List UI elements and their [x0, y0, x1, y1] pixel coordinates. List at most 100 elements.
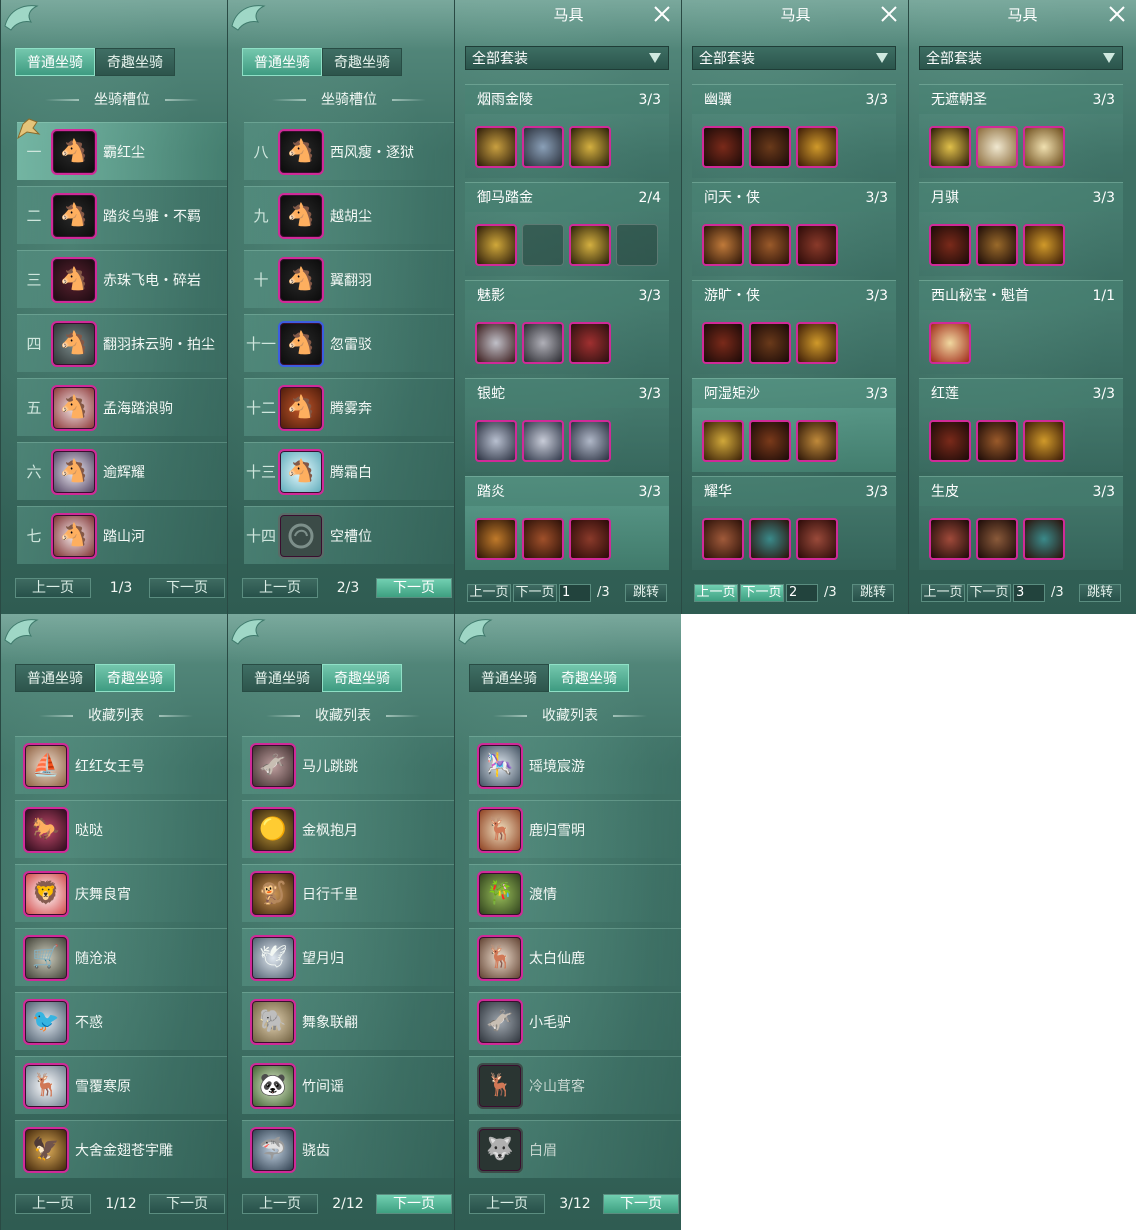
reins-icon[interactable] — [475, 518, 517, 560]
set-filter-dropdown[interactable]: 全部套装 — [692, 46, 896, 70]
bridle-icon[interactable] — [929, 126, 971, 168]
prev-page-button[interactable]: 上一页 — [242, 578, 318, 598]
tack-set[interactable]: 西山秘宝・魁首 1/1 — [919, 280, 1123, 374]
tack-set[interactable]: 幽骥 3/3 — [692, 84, 896, 178]
collection-row[interactable]: 🦌 冷山茸客 — [469, 1056, 681, 1114]
saddle-icon[interactable] — [522, 518, 564, 560]
tab-normal-mounts[interactable]: 普通坐骑 — [242, 48, 322, 76]
mount-row[interactable]: 七 🐴 踏山河 — [17, 506, 228, 564]
bridle-icon[interactable] — [796, 126, 838, 168]
page-input[interactable]: 1 — [559, 584, 591, 602]
collection-row[interactable]: 🦁 庆舞良宵 — [15, 864, 228, 922]
saddle-icon[interactable] — [929, 224, 971, 266]
next-page-button[interactable]: 下一页 — [376, 578, 452, 598]
saddle-icon[interactable] — [475, 126, 517, 168]
collection-row[interactable]: 🕊 望月归 — [242, 928, 455, 986]
prev-page-button[interactable]: 上一页 — [242, 1194, 318, 1214]
collection-row[interactable]: 🫏 小毛驴 — [469, 992, 681, 1050]
collection-row[interactable]: 🐒 日行千里 — [242, 864, 455, 922]
tab-fun-mounts[interactable]: 奇趣坐骑 — [322, 48, 402, 76]
mount-row[interactable]: 十四 空槽位 — [244, 506, 455, 564]
saddle-icon[interactable] — [749, 420, 791, 462]
tack-set[interactable]: 游旷・侠 3/3 — [692, 280, 896, 374]
tack-set[interactable]: 月骐 3/3 — [919, 182, 1123, 276]
saddle-icon[interactable] — [702, 322, 744, 364]
saddle-icon[interactable] — [976, 420, 1018, 462]
tab-normal-mounts[interactable]: 普通坐骑 — [15, 48, 95, 76]
jump-button[interactable]: 跳转 — [852, 584, 894, 602]
mount-row[interactable]: 三 🐴 赤珠飞电・碎岩 — [17, 250, 228, 308]
set-filter-dropdown[interactable]: 全部套装 — [465, 46, 669, 70]
page-input[interactable]: 2 — [786, 584, 818, 602]
next-page-button[interactable]: 下一页 — [603, 1194, 679, 1214]
saddle-icon[interactable] — [976, 518, 1018, 560]
close-icon[interactable] — [653, 5, 671, 23]
saddle-icon[interactable] — [702, 126, 744, 168]
armor-icon[interactable] — [475, 322, 517, 364]
stirrup-icon[interactable] — [569, 518, 611, 560]
collection-row[interactable]: 🐼 竹间谣 — [242, 1056, 455, 1114]
mount-row[interactable]: 十 🐴 翼翻羽 — [244, 250, 455, 308]
mount-row[interactable]: 二 🐴 踏炎乌骓・不羁 — [17, 186, 228, 244]
armor-icon[interactable] — [522, 322, 564, 364]
next-page-button[interactable]: 下一页 — [149, 1194, 225, 1214]
next-page-button[interactable]: 下一页 — [513, 584, 557, 602]
prev-page-button[interactable]: 上一页 — [467, 584, 511, 602]
tack-set[interactable]: 御马踏金 2/4 — [465, 182, 669, 276]
collection-row[interactable]: 🛒 随沧浪 — [15, 928, 228, 986]
tab-normal-mounts[interactable]: 普通坐骑 — [469, 664, 549, 692]
tack-set[interactable]: 问天・侠 3/3 — [692, 182, 896, 276]
tack-set[interactable]: 踏炎 3/3 — [465, 476, 669, 570]
bridle-icon[interactable] — [796, 322, 838, 364]
saddle-icon[interactable] — [929, 420, 971, 462]
bridle-icon[interactable] — [1023, 420, 1065, 462]
saddle-icon[interactable] — [702, 224, 744, 266]
collection-row[interactable]: 🐺 白眉 — [469, 1120, 681, 1178]
stirrup-icon[interactable] — [569, 224, 611, 266]
saddle-icon[interactable] — [702, 518, 744, 560]
tab-normal-mounts[interactable]: 普通坐骑 — [242, 664, 322, 692]
reins-icon[interactable] — [749, 518, 791, 560]
reins-icon[interactable] — [1023, 518, 1065, 560]
tab-fun-mounts[interactable]: 奇趣坐骑 — [549, 664, 629, 692]
collection-row[interactable]: 🦅 大舍金翅苍宇雕 — [15, 1120, 228, 1178]
set-filter-dropdown[interactable]: 全部套装 — [919, 46, 1123, 70]
armor-icon[interactable] — [522, 126, 564, 168]
saddle-icon[interactable] — [475, 224, 517, 266]
close-icon[interactable] — [1108, 5, 1126, 23]
close-icon[interactable] — [880, 5, 898, 23]
collection-row[interactable]: 🫏 马儿跳跳 — [242, 736, 455, 794]
collection-row[interactable]: 🟡 金枫抱月 — [242, 800, 455, 858]
tack-set[interactable]: 耀华 3/3 — [692, 476, 896, 570]
next-page-button[interactable]: 下一页 — [376, 1194, 452, 1214]
collection-row[interactable]: 🎠 瑶境宸游 — [469, 736, 681, 794]
mount-row[interactable]: 九 🐴 越胡尘 — [244, 186, 455, 244]
collection-row[interactable]: 🎋 渡情 — [469, 864, 681, 922]
mount-row[interactable]: 四 🐴 翻羽抹云驹・拍尘 — [17, 314, 228, 372]
tack-set[interactable]: 无遮朝圣 3/3 — [919, 84, 1123, 178]
stirrup-icon[interactable] — [1023, 126, 1065, 168]
collection-row[interactable]: ⛵ 红红女王号 — [15, 736, 228, 794]
tack-set[interactable]: 生皮 3/3 — [919, 476, 1123, 570]
collection-row[interactable]: 🦈 骁齿 — [242, 1120, 455, 1178]
tack-set[interactable]: 银蛇 3/3 — [465, 378, 669, 472]
harness-icon[interactable] — [749, 224, 791, 266]
saddle-icon[interactable] — [796, 420, 838, 462]
tack-set[interactable]: 红莲 3/3 — [919, 378, 1123, 472]
prev-page-button[interactable]: 上一页 — [921, 584, 965, 602]
jump-button[interactable]: 跳转 — [625, 584, 667, 602]
next-page-button[interactable]: 下一页 — [740, 584, 784, 602]
bridle-icon[interactable] — [702, 420, 744, 462]
prev-page-button[interactable]: 上一页 — [469, 1194, 545, 1214]
prev-page-button[interactable]: 上一页 — [694, 584, 738, 602]
mount-row[interactable]: 十一 🐴 忽雷驳 — [244, 314, 455, 372]
scroll-token-icon[interactable] — [929, 322, 971, 364]
tack-set[interactable]: 魅影 3/3 — [465, 280, 669, 374]
mount-row[interactable]: 六 🐴 逾辉耀 — [17, 442, 228, 500]
armor-icon[interactable] — [522, 420, 564, 462]
next-page-button[interactable]: 下一页 — [967, 584, 1011, 602]
mount-row[interactable]: 八 🐴 西风瘦・逐狱 — [244, 122, 455, 180]
stirrup-icon[interactable] — [929, 518, 971, 560]
collection-row[interactable]: 🦌 雪覆寒原 — [15, 1056, 228, 1114]
mount-row[interactable]: 十三 🐴 腾霜白 — [244, 442, 455, 500]
